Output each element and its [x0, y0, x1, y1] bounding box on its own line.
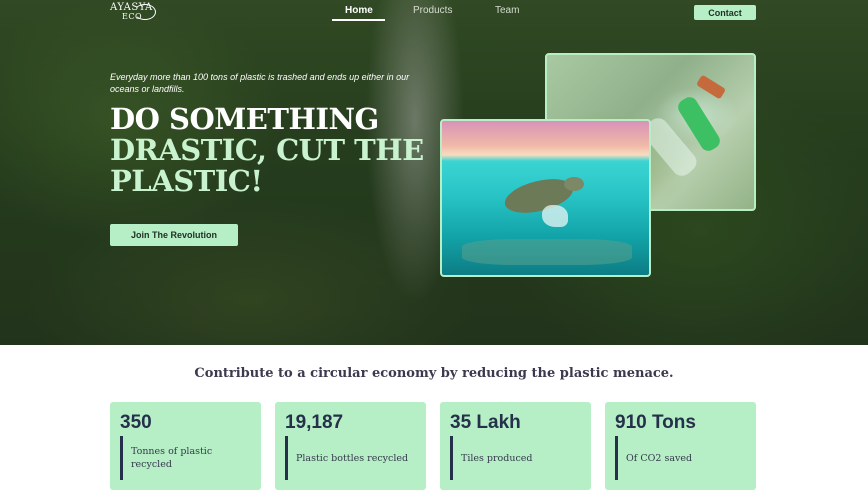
stat-accent-bar	[285, 436, 288, 480]
hero-headline: DO SOMETHING DRASTIC, CUT THE PLASTIC!	[110, 104, 430, 197]
stat-value: 19,187	[285, 412, 344, 433]
stat-card-bottles: 19,187 Plastic bottles recycled	[275, 402, 426, 490]
nav-home[interactable]: Home	[345, 5, 373, 16]
turtle-head-shape	[564, 177, 584, 191]
stat-label: Tiles produced	[461, 452, 533, 464]
nav-products[interactable]: Products	[413, 5, 452, 16]
stats-title: Contribute to a circular economy by redu…	[194, 366, 674, 381]
sea-turtle-photo	[440, 119, 651, 277]
nav-active-indicator	[332, 19, 385, 21]
join-revolution-button[interactable]: Join The Revolution	[110, 224, 238, 246]
hero-section: AYASYA ECO Home Products Team Contact Ev…	[0, 0, 868, 345]
headline-line-2: DRASTIC, CUT THE	[110, 133, 424, 167]
contact-button[interactable]: Contact	[694, 5, 756, 20]
stat-value: 910 Tons	[615, 412, 696, 433]
stat-label: Tonnes of plastic recycled	[131, 446, 213, 470]
hero-tagline: Everyday more than 100 tons of plastic i…	[110, 72, 410, 94]
stat-accent-bar	[450, 436, 453, 480]
bottle-cap-shape	[695, 74, 727, 100]
headline-line-1: DO SOMETHING	[110, 102, 379, 136]
stat-label: Plastic bottles recycled	[296, 452, 409, 464]
stats-section: Contribute to a circular economy by redu…	[0, 345, 868, 495]
stat-value: 35 Lakh	[450, 412, 521, 433]
stat-accent-bar	[615, 436, 618, 480]
floating-debris-shape	[462, 239, 632, 265]
stat-card-tiles: 35 Lakh Tiles produced	[440, 402, 591, 490]
stat-accent-bar	[120, 436, 123, 480]
nav-team[interactable]: Team	[495, 5, 519, 16]
stat-card-co2: 910 Tons Of CO2 saved	[605, 402, 756, 490]
stat-label: Of CO2 saved	[626, 452, 693, 464]
plastic-bag-shape	[542, 205, 568, 227]
stat-value: 350	[120, 412, 152, 433]
headline-line-3: PLASTIC!	[110, 164, 263, 198]
stat-card-plastic: 350 Tonnes of plastic recycled	[110, 402, 261, 490]
